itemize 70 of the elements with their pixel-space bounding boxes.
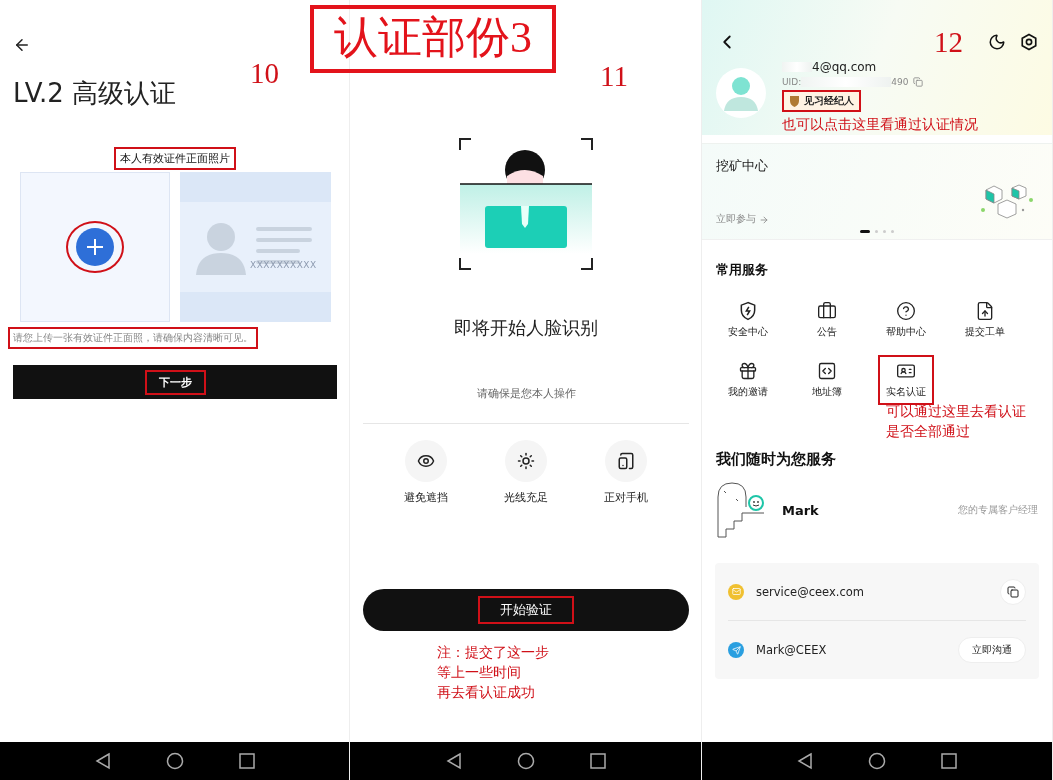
step-number: 10 xyxy=(250,57,279,89)
start-verify-button[interactable]: 开始验证 xyxy=(478,596,574,624)
tip-label: 避免遮挡 xyxy=(404,490,448,505)
contact-value: Mark@CEEX xyxy=(756,643,828,657)
code-window-icon xyxy=(816,361,837,381)
annotation-note: 注：提交了这一步 xyxy=(437,644,549,662)
recents-nav-icon[interactable] xyxy=(589,753,606,769)
plus-icon xyxy=(86,238,104,256)
next-button[interactable]: 下一步 xyxy=(144,369,206,395)
manager-role: 您的专属客户经理 xyxy=(958,503,1038,517)
carousel-dot[interactable] xyxy=(891,230,894,233)
promo-title: 挖矿中心 xyxy=(716,158,769,175)
settings-icon[interactable] xyxy=(1020,33,1038,51)
upload-hint: 请您上传一张有效证件正面照，请确保内容清晰可见。 xyxy=(8,327,258,349)
account-email: 4@qq.com xyxy=(812,60,877,74)
copy-icon xyxy=(1007,585,1019,598)
level-badge[interactable]: 见习经纪人 xyxy=(782,90,861,112)
home-nav-icon[interactable] xyxy=(516,752,535,770)
tip-label: 光线充足 xyxy=(504,490,548,505)
back-nav-icon[interactable] xyxy=(445,752,462,770)
home-nav-icon[interactable] xyxy=(868,752,886,770)
carousel-dot[interactable] xyxy=(875,230,878,233)
contact-value: service@ceex.com xyxy=(756,584,865,599)
shield-badge-icon xyxy=(789,95,800,107)
service-item[interactable]: 帮助中心 xyxy=(877,295,934,345)
annotation-note: 再去看认证成功 xyxy=(437,684,536,702)
face-heading: 即将开始人脸识别 xyxy=(454,316,598,340)
send-icon xyxy=(728,642,744,658)
service-item[interactable]: 公告 xyxy=(808,295,845,345)
copy-button[interactable] xyxy=(1000,578,1026,605)
section-title: 我们随时为您服务 xyxy=(715,450,837,469)
annotation-note: 等上一些时间 xyxy=(437,664,522,682)
briefcase-icon xyxy=(816,301,837,321)
service-item[interactable]: 提交工单 xyxy=(956,295,1013,345)
annotation-note: 是否全部通过 xyxy=(886,423,971,441)
gift-icon xyxy=(737,361,758,381)
page-title: LV.2 高级认证 xyxy=(13,77,178,110)
annotation-note: 也可以点击这里看通过认证情况 xyxy=(782,116,978,134)
service-item[interactable]: 实名认证 xyxy=(877,355,934,405)
back-nav-icon[interactable] xyxy=(797,752,813,770)
overlay-title: 认证部份3 xyxy=(310,5,556,73)
section-title: 常用服务 xyxy=(715,262,769,279)
service-item[interactable]: 我的邀请 xyxy=(719,355,776,405)
annotation-note: 可以通过这里去看认证 xyxy=(886,403,1027,421)
step-number: 11 xyxy=(600,60,628,92)
help-icon xyxy=(895,301,916,321)
face-subtitle: 请确保是您本人操作 xyxy=(476,386,576,401)
back-nav-icon[interactable] xyxy=(94,752,111,770)
home-nav-icon[interactable] xyxy=(165,752,184,770)
recents-nav-icon[interactable] xyxy=(941,753,957,769)
service-item[interactable]: 地址簿 xyxy=(803,355,850,405)
uid-value: 490 xyxy=(891,77,909,87)
sample-id-number: XXXXXXXXXX xyxy=(250,260,317,270)
service-item[interactable]: 安全中心 xyxy=(719,295,776,345)
uid-label: UID: xyxy=(782,77,802,87)
recents-nav-icon[interactable] xyxy=(238,753,255,769)
step-number: 12 xyxy=(934,26,963,58)
eye-icon xyxy=(417,452,435,470)
phone-icon xyxy=(617,452,635,470)
upload-label: 本人有效证件正面照片 xyxy=(114,147,236,170)
manager-name: Mark xyxy=(782,502,819,518)
carousel-dot[interactable] xyxy=(883,230,886,233)
mail-icon xyxy=(728,583,744,600)
join-link[interactable]: 立即参与 xyxy=(716,213,769,226)
tip-label: 正对手机 xyxy=(604,490,648,505)
moon-icon[interactable] xyxy=(988,33,1006,51)
add-photo-button[interactable] xyxy=(66,221,124,273)
sun-icon xyxy=(517,452,535,470)
arrow-right-icon xyxy=(759,214,769,225)
chat-button[interactable]: 立即沟通 xyxy=(958,637,1026,663)
